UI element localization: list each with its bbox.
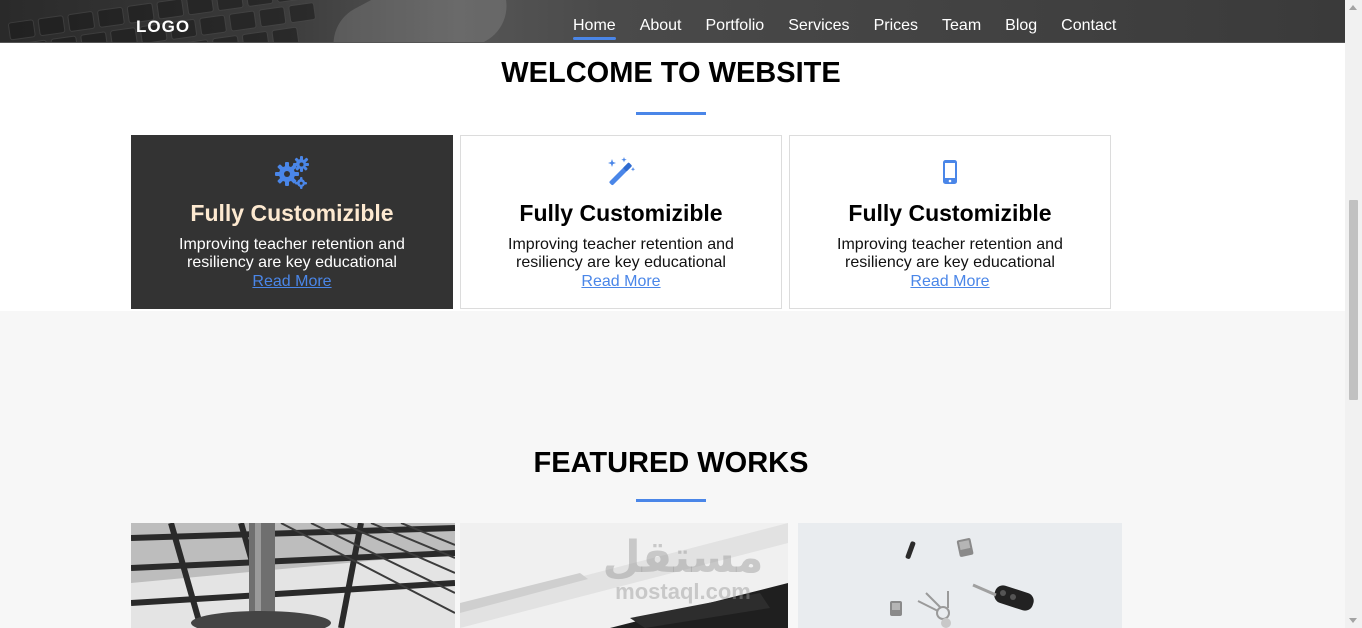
read-more-link[interactable]: Read More [790, 273, 1110, 291]
work-image-architecture[interactable] [131, 523, 455, 628]
featured-heading: FEATURED WORKS [533, 447, 809, 479]
featured-divider [636, 499, 706, 502]
site-logo[interactable]: LOGO [136, 17, 190, 37]
nav-portfolio-link[interactable]: Portfolio [706, 17, 765, 40]
card-title: Fully Customizible [519, 200, 723, 226]
scrollbar-thumb[interactable] [1349, 200, 1358, 400]
card-title: Fully Customizible [190, 200, 394, 226]
nav-blog-link[interactable]: Blog [1005, 17, 1037, 40]
nav-prices-link[interactable]: Prices [874, 17, 918, 40]
feature-card: Fully Customizible Improving teacher ret… [789, 135, 1111, 309]
card-title: Fully Customizible [848, 200, 1052, 226]
nav-home-link[interactable]: Home [573, 17, 616, 40]
feature-card: Fully Customizible Improving teacher ret… [460, 135, 782, 309]
page-scrollbar[interactable] [1345, 0, 1362, 628]
site-header: LOGO Home About Portfolio Services Price… [0, 0, 1345, 43]
card-description: Improving teacher retention and resilien… [179, 236, 405, 271]
nav-team-link[interactable]: Team [942, 17, 981, 40]
mostaql-watermark: مستقل mostaql.com [598, 536, 768, 604]
main-nav: Home About Portfolio Services Prices Tea… [573, 17, 1116, 40]
mobile-phone-icon [790, 154, 1110, 190]
magic-wand-icon [461, 154, 781, 190]
welcome-heading: WELCOME TO WEBSITE [501, 57, 841, 89]
nav-services-link[interactable]: Services [788, 17, 849, 40]
read-more-link[interactable]: Read More [132, 273, 452, 291]
gears-icon [132, 154, 452, 190]
watermark-arabic: مستقل [602, 532, 764, 583]
work-image-keys-flatlay[interactable] [798, 523, 1122, 628]
watermark-latin: mostaql.com [615, 579, 751, 604]
scroll-down-arrow-icon[interactable] [1349, 618, 1357, 623]
header-bottom-border [0, 42, 1345, 43]
featured-works-section: FEATURED WORKS مستقل mostaql.com [0, 311, 1345, 628]
nav-about-link[interactable]: About [640, 17, 682, 40]
welcome-divider [636, 112, 706, 115]
card-description: Improving teacher retention and resilien… [837, 236, 1063, 271]
card-description: Improving teacher retention and resilien… [508, 236, 734, 271]
feature-card: Fully Customizible Improving teacher ret… [131, 135, 453, 309]
nav-contact-link[interactable]: Contact [1061, 17, 1116, 40]
read-more-link[interactable]: Read More [461, 273, 781, 291]
page: LOGO Home About Portfolio Services Price… [0, 0, 1345, 628]
scroll-up-arrow-icon[interactable] [1349, 5, 1357, 10]
